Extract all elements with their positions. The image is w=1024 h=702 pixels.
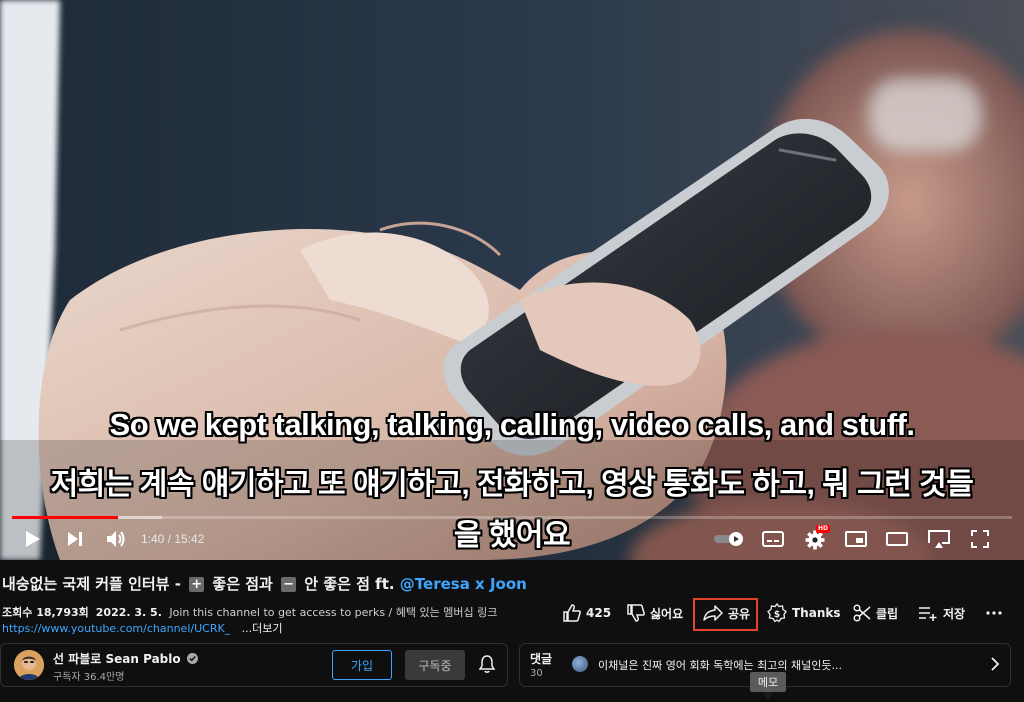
chevron-right-icon [991,657,1000,671]
commenter-avatar [572,656,588,672]
subscriber-count: 구독자 36.4만명 [53,672,125,683]
title-text-1: 내숭없는 국제 커플 인터뷰 - [2,575,181,593]
fullscreen-icon [971,530,989,548]
like-button[interactable]: 425 [563,600,611,626]
next-button[interactable] [62,527,88,551]
upload-date: 2022. 3. 5. [95,606,162,619]
title-text-2: 좋은 점과 [212,575,273,593]
comments-label: 댓글 [530,652,553,666]
subtitles-button[interactable] [760,527,786,551]
like-count: 425 [586,606,612,620]
playlist-add-icon [919,607,937,621]
cursor-pointer [763,692,773,700]
channel-name: 선 파블로 Sean Pablo [53,652,181,666]
more-actions-button[interactable] [986,600,1002,626]
play-icon [26,531,40,547]
autoplay-toggle-icon [714,532,743,546]
thanks-label: Thanks [792,606,841,620]
miniplayer-icon [845,531,867,547]
progress-bar[interactable] [12,516,1012,519]
video-title: 내숭없는 국제 커플 인터뷰 - + 좋은 점과 − 안 좋은 점 ft. @T… [2,573,527,594]
hd-badge: HD [816,525,831,533]
scissors-icon [853,604,871,622]
thumbs-up-icon [563,604,581,622]
theater-icon [886,532,908,546]
settings-button[interactable]: HD [802,525,831,551]
svg-text:$: $ [774,610,780,620]
play-button[interactable] [20,527,46,551]
join-button[interactable]: 가입 [332,650,392,680]
comments-count: 30 [530,668,543,679]
super-thanks-icon: $ [767,603,787,623]
subtitle-line-english: So we kept talking, talking, calling, vi… [109,407,915,442]
plus-emoji: + [189,577,205,592]
description-snippet: Join this channel to get access to perks… [169,606,498,619]
thumbs-down-icon [627,604,645,622]
theater-mode-button[interactable] [884,527,910,551]
title-text-3: 안 좋은 점 ft. [304,575,395,593]
cast-icon [928,530,950,548]
miniplayer-button[interactable] [843,527,869,551]
share-highlight-box [693,598,758,631]
notification-bell-button[interactable] [478,654,498,676]
view-count: 조회수 18,793회 [2,606,89,619]
channel-avatar[interactable] [14,650,44,680]
clip-label: 클립 [876,606,899,621]
clip-button[interactable]: 클립 [853,600,898,626]
description-link-row: https://www.youtube.com/channel/UCRK_ ..… [2,620,283,636]
autoplay-toggle[interactable] [713,527,745,551]
skip-next-icon [68,532,82,546]
more-horizontal-icon [986,611,1002,615]
show-more-button[interactable]: ...더보기 [242,622,283,635]
subscribed-button[interactable]: 구독중 [405,650,465,680]
save-button[interactable]: 저장 [918,600,965,626]
video-player[interactable]: So we kept talking, talking, calling, vi… [0,0,1024,560]
verified-check-icon [186,653,198,664]
bell-icon [478,655,496,673]
save-label: 저장 [943,606,966,621]
captions-icon [762,531,784,547]
title-mention-link[interactable]: @Teresa x Joon [400,575,527,593]
volume-button[interactable] [103,527,129,551]
channel-link[interactable]: https://www.youtube.com/channel/UCRK_ [2,622,230,635]
avatar-image [14,650,44,680]
thanks-button[interactable]: $ Thanks [767,600,841,626]
time-display: 1:40 / 15:42 [141,532,205,546]
expand-comments-button[interactable] [990,656,1000,676]
volume-icon [107,531,125,547]
subtitle-line-korean-1: 저희는 계속 얘기하고 또 얘기하고, 전화하고, 영상 통화도 하고, 뭐 그… [50,468,974,501]
cast-button[interactable] [926,527,952,551]
dislike-button[interactable]: 싫어요 [627,600,683,626]
minus-emoji: − [281,577,297,592]
fullscreen-button[interactable] [967,527,993,551]
video-metadata[interactable]: 조회수 18,793회 2022. 3. 5. Join this channe… [2,604,497,620]
memo-tooltip: 메모 [750,672,786,692]
comment-preview: 이채널은 진짜 영어 회화 독학에는 최고의 채널인듯... [598,659,842,672]
channel-name-row[interactable]: 선 파블로 Sean Pablo [53,650,198,667]
dislike-label: 싫어요 [650,606,684,621]
progress-played [12,516,118,519]
